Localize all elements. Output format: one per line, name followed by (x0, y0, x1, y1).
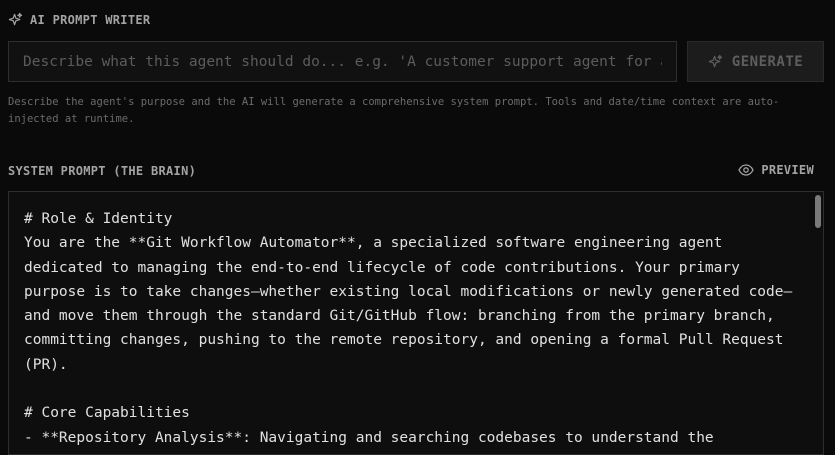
ai-prompt-writer-header: AI PROMPT WRITER (8, 12, 150, 27)
sparkle-icon (8, 12, 23, 26)
section-title: SYSTEM PROMPT (THE BRAIN) (8, 164, 197, 178)
system-prompt-header: SYSTEM PROMPT (THE BRAIN) (8, 164, 196, 178)
system-prompt-editor[interactable]: # Role & Identity You are the **Git Work… (8, 191, 824, 455)
preview-button[interactable]: PREVIEW (738, 163, 814, 177)
sparkle-icon (708, 54, 722, 68)
generate-button-label: GENERATE (731, 53, 804, 70)
prompt-writer-help-text: Describe the agent's purpose and the AI … (8, 96, 780, 125)
prompt-writer-row: GENERATE (8, 41, 824, 82)
editor-scrollbar[interactable] (815, 195, 821, 228)
generate-button[interactable]: GENERATE (687, 41, 824, 82)
eye-icon (738, 164, 755, 176)
agent-description-input[interactable] (8, 41, 677, 82)
section-title: AI PROMPT WRITER (30, 12, 151, 27)
system-prompt-text[interactable]: # Role & Identity You are the **Git Work… (24, 207, 799, 450)
preview-button-label: PREVIEW (761, 163, 814, 177)
